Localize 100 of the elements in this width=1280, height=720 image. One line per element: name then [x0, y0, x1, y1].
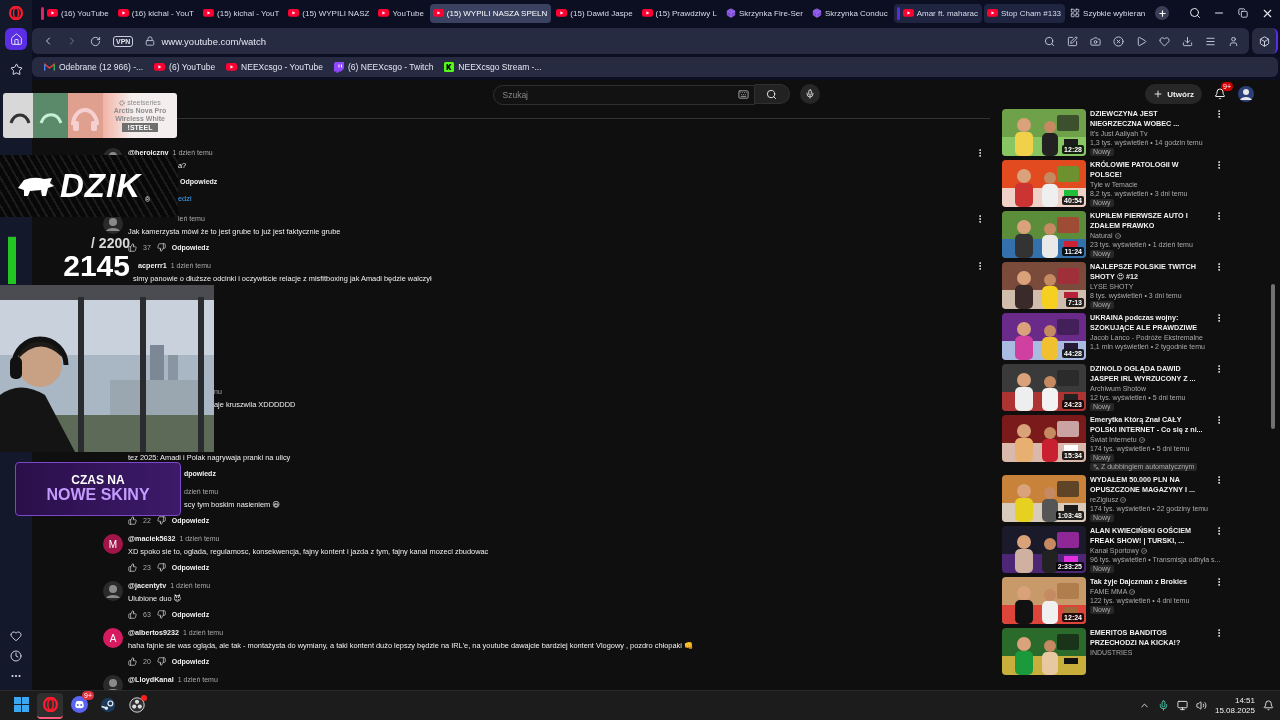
mail-icon [44, 63, 55, 71]
home-icon [9, 32, 23, 46]
obs-icon [129, 696, 145, 713]
keyboard-icon[interactable] [737, 88, 749, 100]
taskbar-app[interactable] [37, 692, 63, 719]
dislike-icon[interactable] [156, 609, 166, 619]
mic-icon[interactable] [1157, 700, 1169, 711]
goal-value: 2145 [63, 250, 130, 281]
dislike-icon[interactable] [156, 562, 166, 572]
youtube-icon [154, 63, 166, 71]
url-field[interactable]: www.youtube.com/watch [161, 35, 266, 47]
like-icon[interactable] [128, 609, 137, 619]
star-icon [9, 62, 23, 76]
mic-button[interactable] [799, 84, 820, 104]
dislike-icon[interactable] [156, 242, 166, 252]
notifications-icon[interactable] [1214, 88, 1226, 100]
like-icon[interactable] [128, 562, 137, 572]
dislike-icon[interactable] [156, 656, 166, 666]
twitch-icon [334, 61, 344, 73]
cube-icon [1258, 35, 1270, 47]
bookmark[interactable]: Odebrane (12 966) -... [44, 62, 144, 72]
browser-tab[interactable]: Skrzynka Fire-Ser [722, 3, 807, 23]
bookmark[interactable]: (6) YouTube [154, 62, 216, 72]
package-icon [725, 8, 736, 18]
new-tab-button[interactable] [1155, 6, 1170, 20]
translate-icon [1093, 464, 1099, 470]
restore-icon[interactable] [1238, 8, 1248, 18]
avatar: A [103, 628, 123, 648]
youtube-icon [226, 63, 238, 71]
opera-icon [42, 697, 58, 712]
display-icon[interactable] [1176, 700, 1188, 711]
browser-tab[interactable]: (15) Dawid Jaspe [553, 3, 637, 23]
browser-tab[interactable]: YouTube [375, 3, 428, 23]
youtube-icon [902, 9, 914, 17]
create-button[interactable]: Utwórz [1145, 84, 1202, 104]
opera-logo-icon [9, 6, 23, 20]
windows-icon [13, 697, 29, 712]
search-icon [766, 88, 777, 100]
browser-tab[interactable]: (16) kichal - YouT [114, 3, 198, 23]
heart-icon[interactable] [1159, 35, 1170, 47]
clock-icon[interactable] [10, 650, 22, 662]
logo-text: DZIK [60, 167, 141, 205]
search-icon[interactable] [1189, 7, 1201, 19]
youtube-icon [987, 9, 998, 17]
browser-tab[interactable]: Stop Cham #133 [984, 3, 1066, 23]
volume-icon[interactable] [1195, 700, 1207, 711]
reload-icon[interactable] [90, 35, 101, 47]
notifications-icon[interactable] [1263, 700, 1274, 711]
search-field[interactable]: Szukaj [492, 84, 755, 105]
block-icon[interactable] [1113, 35, 1124, 47]
steam-icon [100, 696, 116, 713]
bookmark[interactable]: NEEXcsgo - YouTube [226, 62, 323, 72]
browser-tab[interactable]: (15) WYPILI NASZ [285, 3, 374, 23]
browser-tab[interactable]: (15) Prawdziwy L [638, 3, 721, 23]
menu-icon[interactable] [1205, 35, 1216, 47]
youtube-icon [203, 9, 214, 17]
browser-tab[interactable]: (15) kichal - YouT [200, 3, 284, 23]
gear-icon [119, 99, 126, 106]
search-button[interactable] [754, 84, 790, 104]
browser-tab[interactable]: Amar ft. maharac [893, 3, 982, 23]
search-icon[interactable] [1044, 35, 1055, 47]
grid-icon [1070, 8, 1081, 18]
discord-icon [70, 696, 88, 713]
youtube-icon [378, 9, 390, 17]
youtube-icon [117, 9, 129, 17]
browser-tab[interactable]: Szybkie wybieran [1067, 3, 1150, 23]
goal-total: / 2200 [91, 235, 130, 251]
download-icon[interactable] [1182, 35, 1193, 47]
browser-tab[interactable]: (15) WYPILI NASZA SPELN [429, 3, 552, 23]
edit-icon[interactable] [1067, 35, 1078, 47]
dislike-icon[interactable] [156, 515, 166, 525]
scrollbar-thumb[interactable] [1271, 284, 1275, 429]
bookmark[interactable]: NEEXcsgo Stream -... [444, 62, 542, 72]
play-icon[interactable] [1136, 35, 1147, 47]
plus-icon [1153, 89, 1164, 99]
avatar [103, 581, 123, 601]
clock-time[interactable]: 14:51 [1234, 695, 1255, 706]
like-icon[interactable] [128, 656, 137, 666]
plus-icon [1157, 8, 1167, 18]
heart-icon[interactable] [10, 630, 22, 642]
avatar: M [103, 534, 123, 554]
clock-date[interactable]: 15.08.2025 [1214, 705, 1255, 716]
package-icon [811, 8, 822, 18]
browser-tab[interactable]: (16) YouTube [38, 3, 113, 23]
youtube-icon [288, 9, 300, 17]
youtube-icon [641, 9, 653, 17]
extensions-button[interactable] [1252, 28, 1278, 54]
account-avatar[interactable] [1238, 86, 1254, 102]
like-icon[interactable] [128, 242, 137, 252]
mic-icon [804, 89, 815, 99]
sidebar-button[interactable] [5, 28, 27, 50]
youtube-icon [556, 9, 568, 17]
kick-icon [444, 62, 455, 72]
bookmark[interactable]: (6) NEEXcsgo - Twitch [334, 61, 434, 73]
account-icon[interactable] [1228, 35, 1239, 47]
browser-tab[interactable]: Skrzynka Conduc [808, 3, 892, 23]
like-icon[interactable] [128, 515, 137, 525]
banner-headline: NOWE SKINY [46, 486, 150, 504]
camera-icon[interactable] [1090, 35, 1101, 47]
youtube-icon [432, 9, 444, 17]
